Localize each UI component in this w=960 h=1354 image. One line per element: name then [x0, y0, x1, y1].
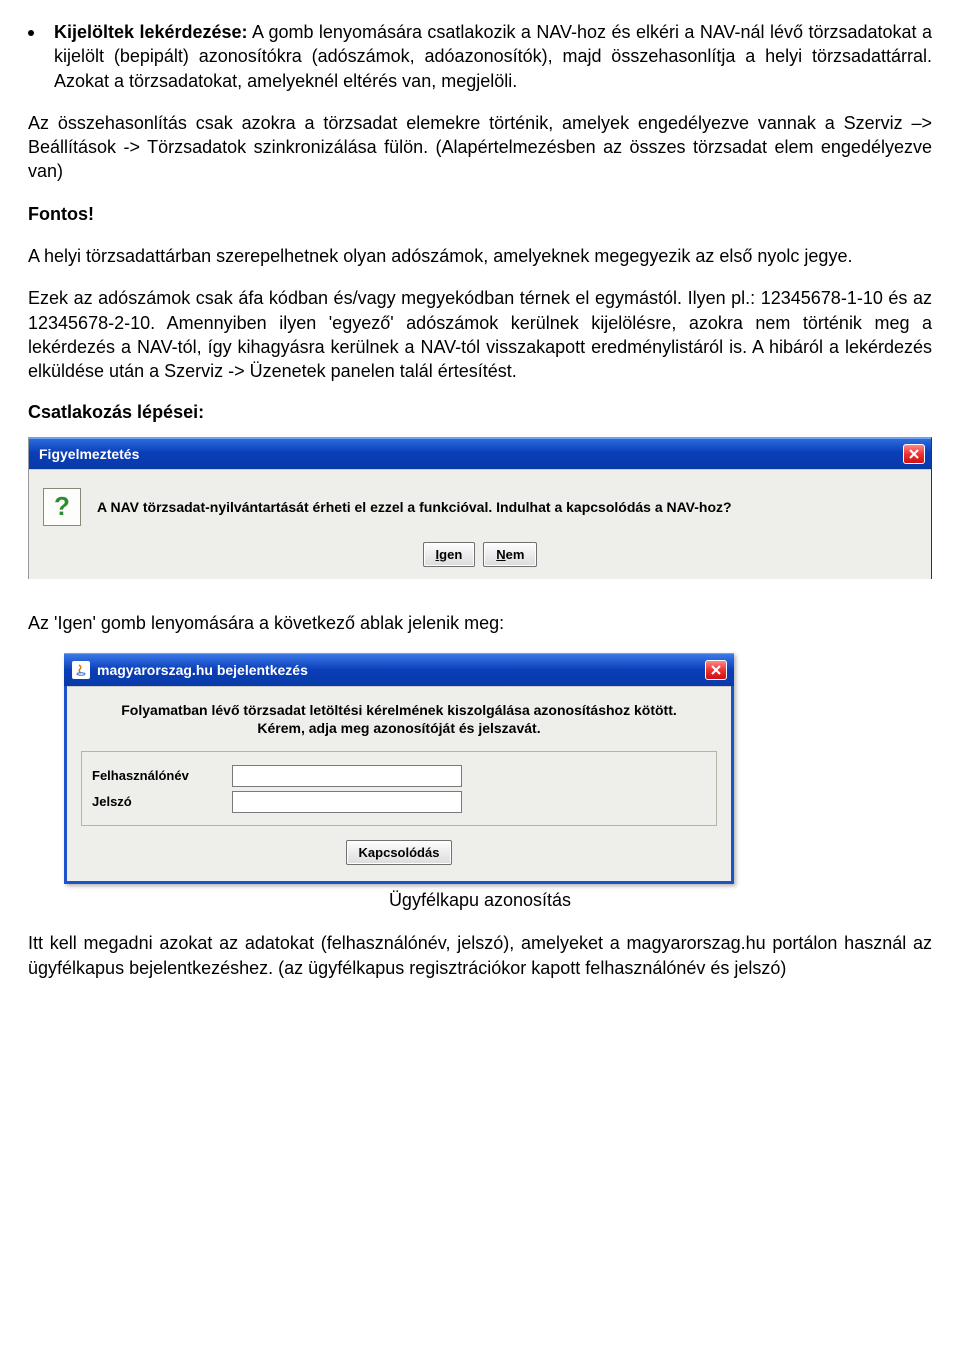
steps-heading: Csatlakozás lépései:: [28, 402, 932, 423]
login-dialog-title: magyarorszag.hu bejelentkezés: [97, 662, 308, 678]
close-button[interactable]: [705, 660, 727, 680]
close-button[interactable]: [903, 444, 925, 464]
warning-dialog-titlebar: Figyelmeztetés: [29, 438, 931, 469]
login-dialog-titlebar: magyarorszag.hu bejelentkezés: [64, 653, 734, 686]
bullet-item: Kijelöltek lekérdezése: A gomb lenyomásá…: [28, 20, 932, 111]
login-caption: Ügyfélkapu azonosítás: [28, 890, 932, 911]
warning-dialog-message: A NAV törzsadat-nyilvántartását érheti e…: [97, 499, 732, 515]
paragraph-4: Ezek az adószámok csak áfa kódban és/vag…: [28, 286, 932, 383]
close-icon: [908, 448, 920, 460]
paragraph-5: Itt kell megadni azokat az adatokat (fel…: [28, 931, 932, 980]
bullet-paragraph: Kijelöltek lekérdezése: A gomb lenyomásá…: [54, 20, 932, 93]
bullet-marker: [28, 30, 34, 36]
java-icon: [72, 661, 90, 679]
username-input[interactable]: [232, 765, 462, 787]
close-icon: [710, 664, 722, 676]
login-dialog-message: Folyamatban lévő törzsadat letöltési kér…: [81, 701, 717, 737]
warning-dialog: Figyelmeztetés ? A NAV törzsadat-nyilván…: [28, 437, 932, 579]
yes-button[interactable]: Igen: [423, 542, 476, 567]
question-icon: ?: [43, 488, 81, 526]
username-label: Felhasználónév: [92, 768, 232, 783]
warning-dialog-title: Figyelmeztetés: [39, 446, 139, 462]
bullet-title: Kijelöltek lekérdezése:: [54, 22, 248, 42]
paragraph-2: Az összehasonlítás csak azokra a törzsad…: [28, 111, 932, 184]
paragraph-3: A helyi törzsadattárban szerepelhetnek o…: [28, 244, 932, 268]
password-label: Jelszó: [92, 794, 232, 809]
login-form: Felhasználónév Jelszó: [81, 751, 717, 826]
password-input[interactable]: [232, 791, 462, 813]
warning-dialog-body: ? A NAV törzsadat-nyilvántartását érheti…: [29, 469, 931, 579]
no-button[interactable]: Nem: [483, 542, 537, 567]
connect-button[interactable]: Kapcsolódás: [346, 840, 453, 865]
login-dialog: magyarorszag.hu bejelentkezés Folyamatba…: [64, 653, 734, 884]
after-dialog1-text: Az 'Igen' gomb lenyomására a következő a…: [28, 611, 932, 635]
login-dialog-body: Folyamatban lévő törzsadat letöltési kér…: [67, 686, 731, 881]
fontos-heading: Fontos!: [28, 202, 932, 226]
